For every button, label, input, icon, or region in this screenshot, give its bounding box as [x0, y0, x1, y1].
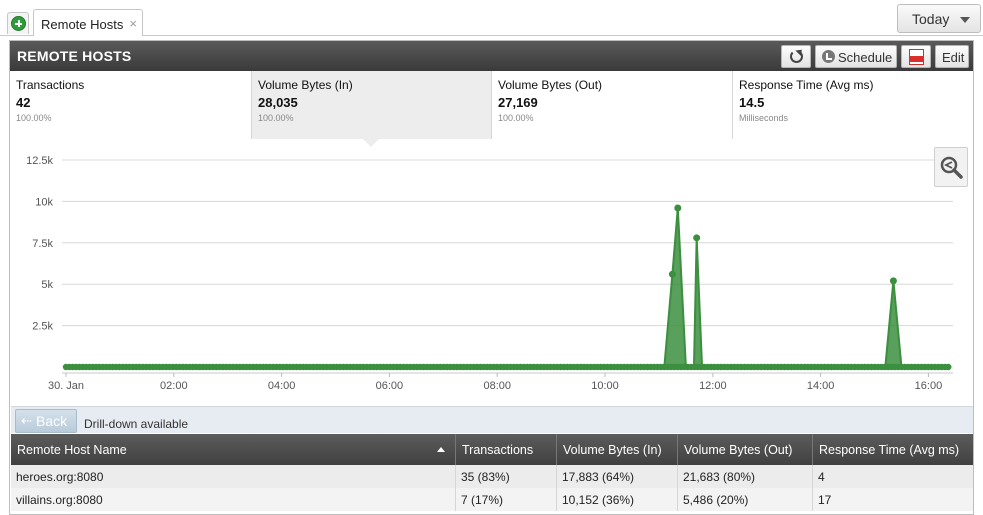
x-tick-label: 02:00 [160, 380, 188, 392]
cell-volume-in: 10,152 (36%) [557, 488, 678, 511]
column-header-transactions[interactable]: Transactions [456, 434, 557, 465]
add-tab-button[interactable] [7, 12, 29, 34]
column-header-response-time[interactable]: Response Time (Avg ms) [813, 434, 973, 465]
y-tick-label: 12.5k [26, 155, 53, 167]
refresh-button[interactable] [781, 45, 811, 68]
metric-sub: Milliseconds [739, 113, 789, 123]
schedule-label: Schedule [838, 50, 893, 65]
x-tick-label: 10:00 [591, 380, 619, 392]
zoom-out-icon [940, 156, 963, 179]
edit-button[interactable]: Edit [935, 45, 969, 68]
cell-volume-out: 5,486 (20%) [678, 488, 813, 511]
cell-host: heroes.org:8080 [11, 465, 456, 488]
cell-response-time: 17 [818, 493, 832, 507]
column-header-host[interactable]: Remote Host Name [11, 434, 456, 465]
cell-volume-in: 17,883 (64%) [557, 465, 678, 488]
cell-transactions: 7 (17%) [456, 488, 557, 511]
column-label: Volume Bytes (Out) [684, 443, 793, 457]
metric-value: 27,169 [498, 95, 538, 110]
remote-hosts-panel: REMOTE HOSTS Schedule Edit Transactions … [9, 40, 974, 515]
metric-sub: 100.00% [498, 113, 534, 123]
metric-name: Response Time (Avg ms) [739, 78, 874, 92]
metric-name: Volume Bytes (In) [258, 78, 353, 92]
metric-value: 42 [16, 95, 31, 110]
tab-strip-divider [0, 35, 983, 36]
data-point-peak [674, 204, 682, 212]
data-point-peak [889, 277, 897, 285]
chart-svg: 2.5k 5k 7.5k 10k 12.5k 30. Jan 02:00 04:00 06:00… [26, 155, 953, 392]
metric-sub: 100.00% [16, 113, 52, 123]
y-tick-label: 5k [41, 279, 53, 291]
cell-host: villains.org:8080 [11, 488, 456, 511]
schedule-button[interactable]: Schedule [815, 45, 897, 68]
period-label: Today [912, 11, 950, 27]
column-label: Response Time (Avg ms) [819, 443, 960, 457]
plus-circle-icon [11, 16, 26, 31]
x-tick-label: 08:00 [483, 380, 511, 392]
tab-remote-hosts[interactable]: Remote Hosts × [33, 9, 143, 36]
column-label: Remote Host Name [17, 443, 127, 457]
back-button[interactable]: ⇠ Back [15, 409, 77, 433]
sort-ascending-icon [437, 447, 445, 452]
back-arrow-icon: ⇠ [21, 413, 32, 428]
drill-down-hint: Drill-down available [84, 417, 189, 431]
y-tick-label: 7.5k [32, 238, 53, 250]
x-tick-label: 14:00 [807, 380, 835, 392]
x-tick-label: 30. Jan [48, 380, 84, 392]
close-icon[interactable]: × [129, 16, 137, 31]
volume-chart: 2.5k 5k 7.5k 10k 12.5k 30. Jan 02:00 04:00 06:00… [10, 141, 973, 403]
pdf-icon [909, 49, 924, 65]
period-dropdown[interactable]: Today [897, 4, 981, 33]
panel-title: REMOTE HOSTS [17, 48, 132, 64]
metric-card-response-time[interactable]: Response Time (Avg ms) 14.5 Milliseconds [733, 71, 973, 139]
metric-value: 14.5 [739, 95, 765, 110]
y-tick-label: 10k [35, 196, 53, 208]
data-point [945, 363, 952, 371]
schedule-icon [822, 50, 835, 63]
back-label: Back [36, 413, 68, 429]
tab-strip: Remote Hosts × Today [0, 0, 983, 36]
x-tick-label: 06:00 [376, 380, 404, 392]
table-row[interactable]: villains.org:8080 7 (17%) 10,152 (36%) 5… [11, 488, 973, 511]
edit-label: Edit [942, 50, 965, 65]
column-label: Volume Bytes (In) [563, 443, 662, 457]
y-tick-label: 2.5k [32, 321, 53, 333]
metric-card-volume-out[interactable]: Volume Bytes (Out) 27,169 100.00% [492, 71, 733, 139]
metric-card-volume-in[interactable]: Volume Bytes (In) 28,035 100.00% [252, 71, 492, 139]
x-tick-label: 04:00 [268, 380, 296, 392]
data-point-peak [668, 270, 676, 278]
metric-value: 28,035 [258, 95, 298, 110]
data-area [66, 207, 950, 368]
metric-cards: Transactions 42 100.00% Volume Bytes (In… [10, 71, 973, 139]
table-row[interactable]: heroes.org:8080 35 (83%) 17,883 (64%) 21… [11, 465, 973, 488]
panel-header: REMOTE HOSTS Schedule Edit [10, 41, 973, 71]
data-point-peak [693, 234, 701, 242]
cell-response-time: 4 [818, 470, 825, 484]
column-header-volume-in[interactable]: Volume Bytes (In) [557, 434, 678, 465]
column-label: Transactions [462, 443, 534, 457]
metric-name: Volume Bytes (Out) [498, 78, 603, 92]
column-header-volume-out[interactable]: Volume Bytes (Out) [678, 434, 813, 465]
cell-volume-out: 21,683 (80%) [678, 465, 813, 488]
x-tick-label: 16:00 [915, 380, 943, 392]
refresh-icon [790, 50, 803, 63]
drill-bar: ⇠ Back Drill-down available [11, 406, 973, 433]
cell-transactions: 35 (83%) [456, 465, 557, 488]
tab-label: Remote Hosts [41, 17, 124, 32]
x-tick-label: 12:00 [699, 380, 727, 392]
metric-sub: 100.00% [258, 113, 294, 123]
metric-card-transactions[interactable]: Transactions 42 100.00% [10, 71, 252, 139]
table-header: Remote Host Name Transactions Volume Byt… [11, 434, 973, 465]
zoom-out-button[interactable] [934, 147, 968, 187]
pdf-export-button[interactable] [901, 45, 931, 68]
metric-name: Transactions [16, 78, 85, 92]
chevron-down-icon [960, 17, 970, 23]
